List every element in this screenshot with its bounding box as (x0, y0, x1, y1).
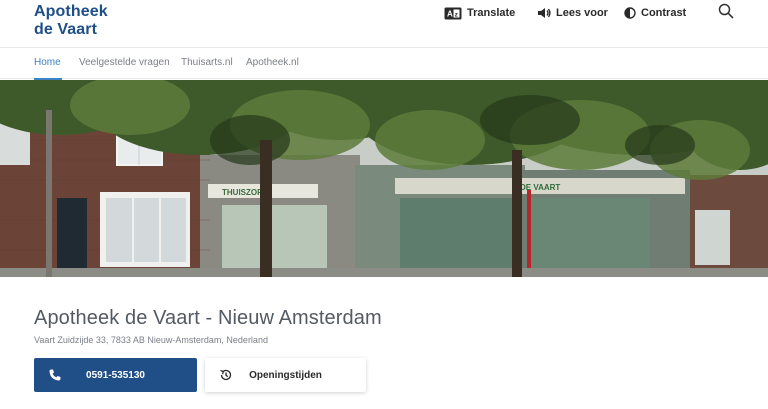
search-button[interactable] (718, 3, 734, 19)
page-title: Apotheek de Vaart - Nieuw Amsterdam (34, 307, 382, 329)
nav-item-home[interactable]: Home (34, 57, 61, 68)
opening-hours-button[interactable]: Openingstijden (205, 358, 366, 392)
read-aloud-label: Lees voor (556, 7, 608, 19)
svg-text:DE VAART: DE VAART (520, 183, 560, 192)
phone-button[interactable]: 0591-535130 (34, 358, 197, 392)
address: Vaart Zuidzijde 33, 7833 AB Nieuw-Amster… (34, 335, 268, 345)
contrast-icon (624, 7, 636, 19)
read-aloud-button[interactable]: Lees voor (537, 4, 608, 22)
page: Apotheek de Vaart A z Translate Lees voo… (0, 0, 768, 409)
contrast-button[interactable]: Contrast (624, 4, 686, 22)
hero-image: THUISZORG DE VAART (0, 80, 768, 277)
translate-label: Translate (467, 7, 516, 19)
site-header: Apotheek de Vaart A z Translate Lees voo… (0, 0, 768, 48)
search-icon (718, 3, 734, 19)
contrast-label: Contrast (641, 7, 687, 19)
nav-item-faq[interactable]: Veelgestelde vragen (79, 57, 170, 68)
main-nav: Home Veelgestelde vragen Thuisarts.nl Ap… (0, 48, 768, 79)
translate-icon: A z (444, 7, 462, 20)
opening-hours-label: Openingstijden (249, 369, 322, 381)
phone-label: 0591-535130 (86, 369, 145, 381)
toolbar: A z Translate Lees voor Contrast (0, 4, 768, 24)
speaker-icon (537, 7, 551, 19)
translate-button[interactable]: A z Translate (444, 4, 515, 22)
svg-text:A: A (447, 9, 453, 18)
nav-item-thuisarts[interactable]: Thuisarts.nl (181, 57, 233, 68)
nav-item-apotheek[interactable]: Apotheek.nl (246, 57, 299, 68)
